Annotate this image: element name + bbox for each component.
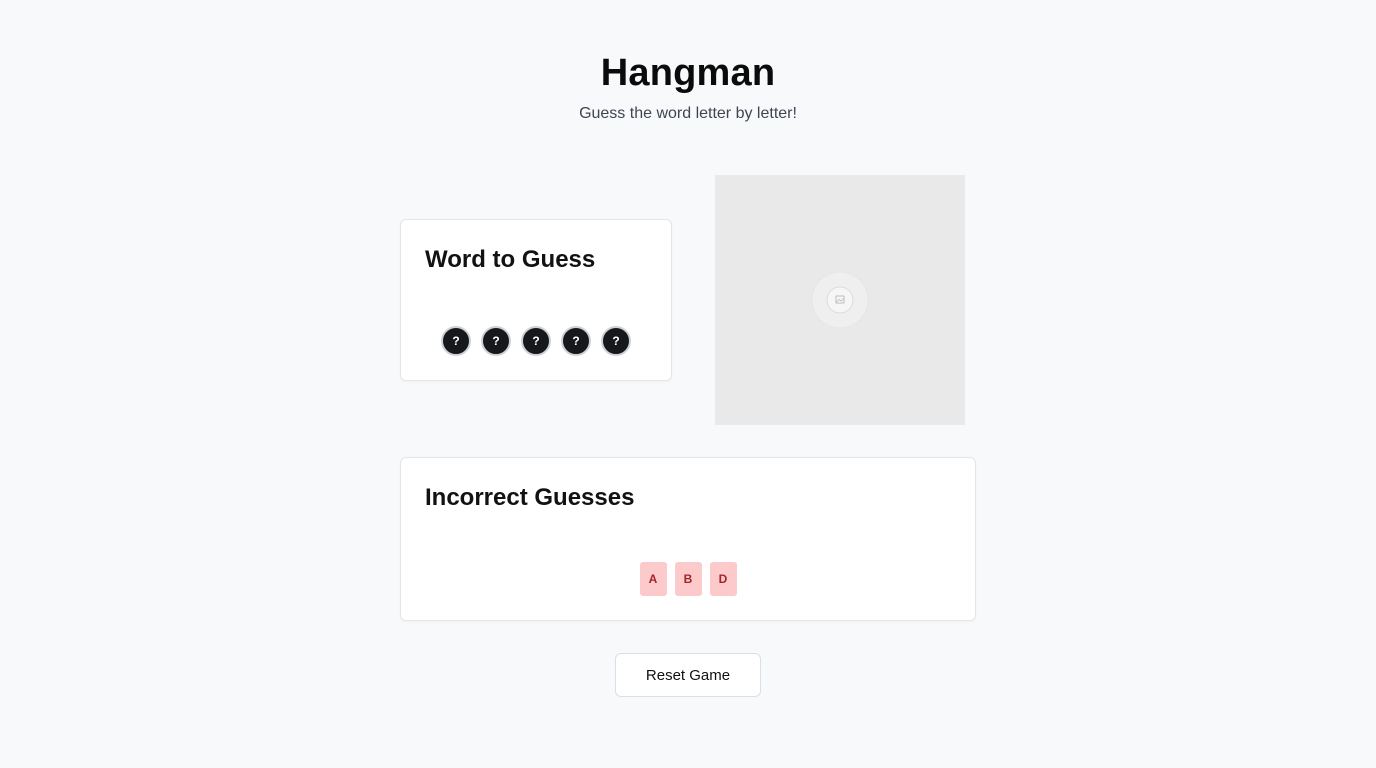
image-placeholder-icon (810, 270, 870, 330)
hangman-image-placeholder (715, 175, 965, 425)
letter-slot: ? (481, 326, 511, 356)
incorrect-letter: B (674, 562, 702, 596)
incorrect-card-title: Incorrect Guesses (425, 484, 635, 511)
letter-slot: ? (601, 326, 631, 356)
word-slots: ? ? ? ? ? (401, 326, 671, 356)
letter-slot: ? (441, 326, 471, 356)
reset-game-button[interactable]: Reset Game (615, 653, 761, 697)
word-card-title: Word to Guess (425, 246, 596, 273)
page-title: Hangman (600, 52, 776, 94)
word-to-guess-card: Word to Guess ? ? ? ? ? (400, 219, 672, 381)
incorrect-letter: A (639, 562, 667, 596)
letter-slot: ? (561, 326, 591, 356)
page-subtitle: Guess the word letter by letter! (579, 105, 797, 122)
hangman-page: Hangman Guess the word letter by letter!… (0, 0, 1376, 768)
incorrect-letter: D (709, 562, 737, 596)
letter-slot: ? (521, 326, 551, 356)
incorrect-guesses-card: Incorrect Guesses A B D (400, 457, 976, 621)
incorrect-letters: A B D (401, 562, 975, 596)
